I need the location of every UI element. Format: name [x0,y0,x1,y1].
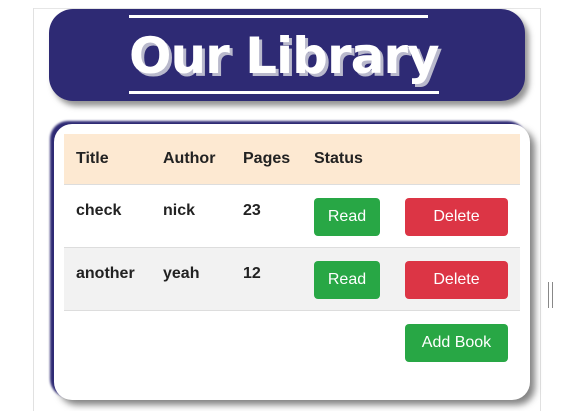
page-title: Our Library [129,27,440,85]
column-header-status: Status [302,134,393,185]
book-author-cell: yeah [163,265,200,282]
book-pages-cell: 12 [243,265,261,282]
viewport-right-edge [540,8,541,411]
title-bottom-rule [129,91,439,94]
book-actions-cell: Delete [393,248,520,311]
book-title-cell: check [76,202,122,219]
column-header-pages: Pages [231,134,302,185]
books-table: Title Author Pages Status check nick 23 … [64,134,520,311]
resize-handle-icon[interactable] [548,282,553,308]
book-status-cell: Read [302,248,393,311]
read-status-button[interactable]: Read [314,198,380,236]
title-top-rule [129,15,428,18]
book-pages-cell: 23 [243,202,261,219]
read-status-button[interactable]: Read [314,261,380,299]
table-row: check nick 23 Read Delete [64,185,520,248]
delete-book-button[interactable]: Delete [405,261,508,299]
delete-book-button[interactable]: Delete [405,198,508,236]
book-status-cell: Read [302,185,393,248]
page: Our Library Title Author Pages Status ch… [0,0,570,411]
add-book-button[interactable]: Add Book [405,324,508,362]
column-header-actions [393,134,520,185]
column-header-title: Title [64,134,151,185]
table-header-row: Title Author Pages Status [64,134,520,185]
book-author-cell: nick [163,202,196,219]
table-row: another yeah 12 Read Delete [64,247,520,311]
book-title-cell: another [76,265,135,282]
viewport-left-edge [33,8,34,411]
library-card: Title Author Pages Status check nick 23 … [54,124,530,400]
library-header: Our Library [49,9,525,101]
book-actions-cell: Delete [393,185,520,248]
column-header-author: Author [151,134,231,185]
